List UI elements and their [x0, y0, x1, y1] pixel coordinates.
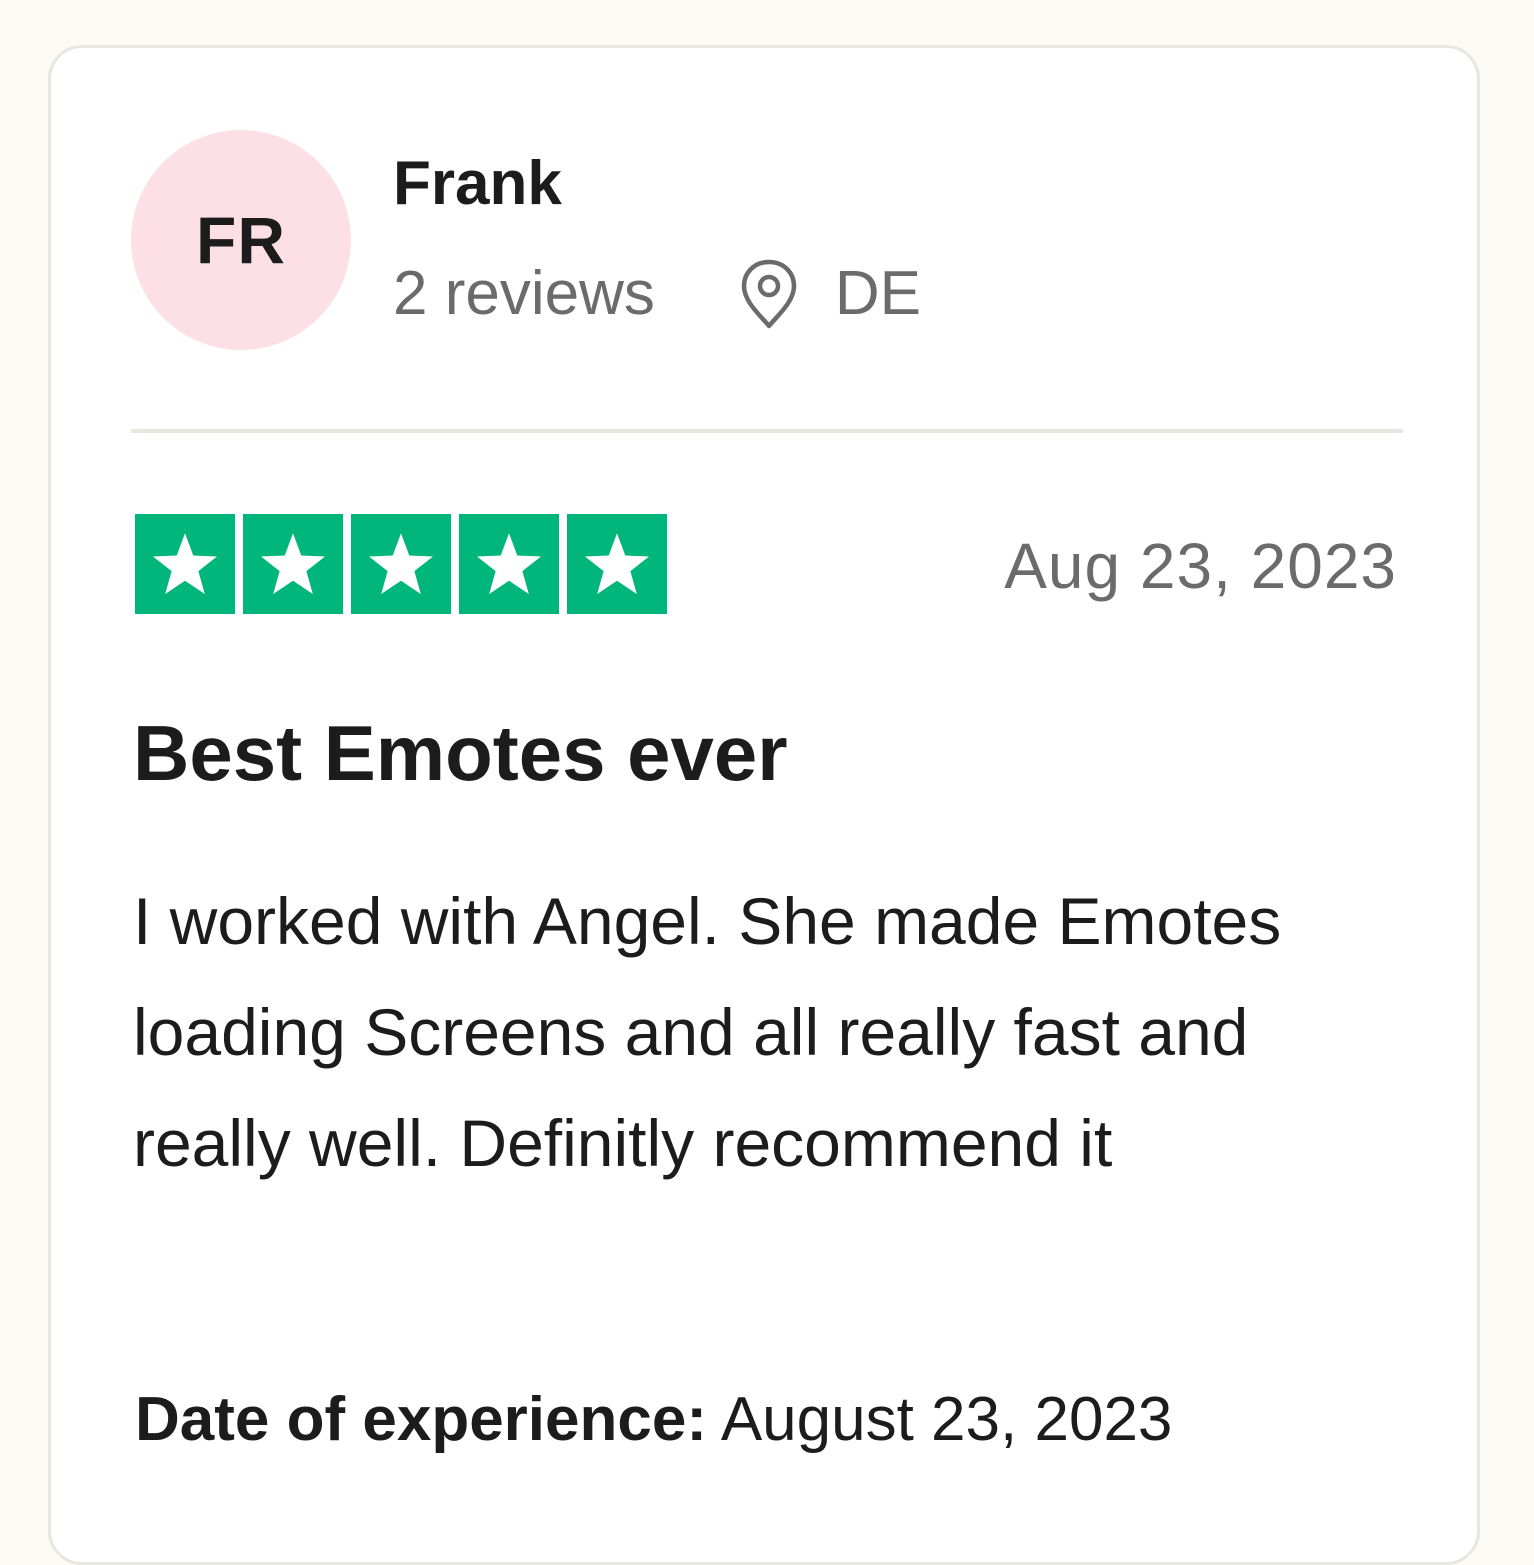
reviewer-name[interactable]: Frank	[393, 144, 562, 224]
star-icon	[567, 514, 667, 614]
star-icon	[459, 514, 559, 614]
reviewer-location: DE	[739, 254, 921, 334]
avatar-initials: FR	[196, 203, 286, 277]
reviewer-meta: 2 reviews DE	[393, 254, 921, 334]
star-icon	[243, 514, 343, 614]
review-title[interactable]: Best Emotes ever	[133, 708, 788, 798]
review-count: 2 reviews	[393, 259, 655, 328]
star-rating	[135, 514, 667, 614]
avatar[interactable]: FR	[131, 130, 351, 350]
star-icon	[351, 514, 451, 614]
review-date: Aug 23, 2023	[1004, 530, 1397, 602]
location-pin-icon	[739, 258, 799, 330]
review-body: I worked with Angel. She made Emotes loa…	[133, 884, 1282, 1180]
country-code: DE	[834, 259, 922, 328]
experience-date: August 23, 2023	[720, 1385, 1173, 1454]
experience-label: Date of experience:	[135, 1385, 707, 1454]
review-card: FR Frank 2 reviews DE Aug 23, 2023 Best …	[48, 45, 1480, 1565]
date-of-experience: Date of experience: August 23, 2023	[135, 1380, 1172, 1460]
star-icon	[135, 514, 235, 614]
divider	[131, 429, 1403, 433]
